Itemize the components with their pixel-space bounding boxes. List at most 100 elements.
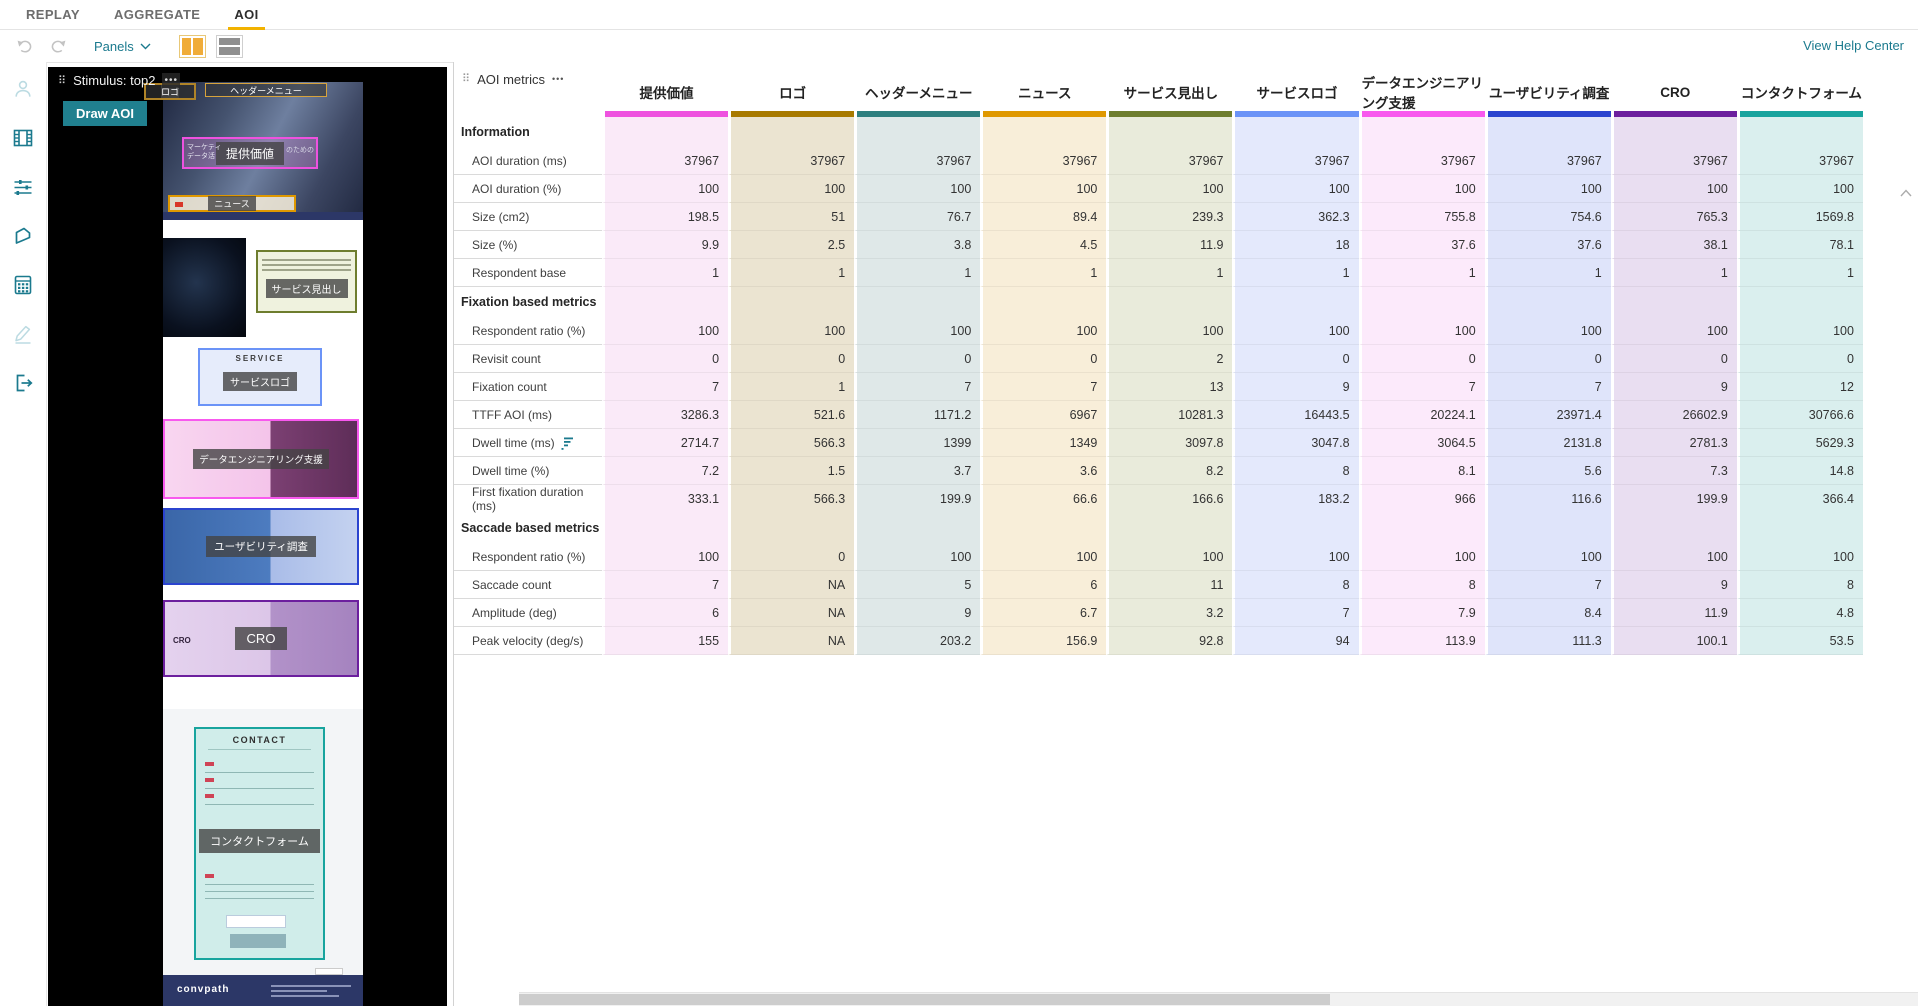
- metric-cell: 566.3: [728, 485, 855, 514]
- view-help-center-link[interactable]: View Help Center: [1803, 38, 1904, 53]
- metric-cell: 30766.6: [1736, 401, 1863, 429]
- layout-columns-button[interactable]: [178, 34, 206, 58]
- aoi-column-header[interactable]: サービスロゴ: [1232, 67, 1359, 117]
- aoi-box-cro[interactable]: CRO CRO: [163, 600, 359, 677]
- aoi-column-header[interactable]: データエンジニアリング支援: [1358, 67, 1485, 117]
- table-row: Saccade count 7 NA 5 6 11 8 8 7 9 8: [454, 571, 1863, 599]
- metric-cell: 76.7: [854, 203, 981, 231]
- metric-cell: 765.3: [1610, 203, 1737, 231]
- stimulus-menu-button[interactable]: •••: [162, 73, 180, 88]
- metric-cell: 100: [1106, 317, 1233, 345]
- horizontal-scrollbar-thumb[interactable]: [519, 994, 1331, 1005]
- metric-cell: 0: [1736, 345, 1863, 373]
- aoi-column-name: ニュース: [1018, 86, 1072, 101]
- aoi-column-header[interactable]: ニュース: [980, 67, 1107, 117]
- metric-cell: 2.5: [728, 231, 855, 259]
- aoi-label: サービスロゴ: [223, 371, 297, 391]
- aoi-metrics-title: AOI metrics: [477, 72, 545, 87]
- aoi-column-header[interactable]: ロゴ: [728, 67, 855, 117]
- sidebar-item-exit[interactable]: [10, 370, 36, 396]
- sidebar-item-aoi-tool[interactable]: [10, 223, 36, 249]
- aoi-column-header[interactable]: コンタクトフォーム: [1736, 67, 1863, 117]
- aoi-column-name: ユーザビリティ調査: [1488, 86, 1610, 101]
- aoi-column-header[interactable]: サービス見出し: [1106, 67, 1233, 117]
- table-row: Revisit count 0 0 0 0 2 0 0 0 0 0: [454, 345, 1863, 373]
- metric-cell-empty: [728, 287, 855, 317]
- aoi-box-contact-form[interactable]: CONTACT コンタクトフォーム: [194, 727, 325, 960]
- column-bar-icon: [193, 37, 203, 55]
- metric-cell: 18: [1232, 231, 1359, 259]
- metric-cell: 51: [728, 203, 855, 231]
- metric-cell: 0: [728, 543, 855, 571]
- aoi-column-header[interactable]: 提供価値: [602, 67, 729, 117]
- tab-replay[interactable]: REPLAY: [24, 1, 82, 28]
- toolbar: Panels View Help Center: [0, 30, 1918, 63]
- page-top-button-sketch: [315, 968, 343, 975]
- metric-cell: 100: [1484, 543, 1611, 571]
- metric-cell: 100: [1232, 317, 1359, 345]
- metric-cell: 37967: [1610, 147, 1737, 175]
- metric-cell: 2781.3: [1610, 429, 1737, 457]
- aoi-column-header[interactable]: CRO: [1610, 67, 1737, 117]
- aoi-column-header[interactable]: ヘッダーメニュー: [854, 67, 981, 117]
- table-row: AOI duration (ms) 37967 37967 37967 37967 379…: [454, 147, 1863, 175]
- aoi-box-service-logo[interactable]: SERVICE サービスロゴ: [198, 348, 322, 406]
- metric-cell: 7: [1484, 571, 1611, 599]
- vertical-scrollbar-up[interactable]: [1900, 184, 1912, 202]
- sidebar-item-recordings[interactable]: [10, 125, 36, 151]
- sidebar-item-participants[interactable]: [10, 76, 36, 102]
- metric-cell: 7: [602, 373, 729, 401]
- metric-cell: 9.9: [602, 231, 729, 259]
- tab-aggregate[interactable]: AGGREGATE: [112, 1, 202, 28]
- aoi-box-news[interactable]: ニュース: [168, 195, 296, 212]
- captcha-sketch: [226, 915, 286, 928]
- metric-cell: 100: [980, 175, 1107, 203]
- aoi-metrics-drag-handle[interactable]: ⠿: [462, 72, 470, 85]
- metric-cell: 7.9: [1358, 599, 1485, 627]
- metric-cell: 3.6: [980, 457, 1107, 485]
- metric-cell: 37967: [1232, 147, 1359, 175]
- metric-cell: 155: [602, 627, 729, 655]
- aoi-box-service-heading[interactable]: サービス見出し: [256, 250, 357, 313]
- aoi-color-bar: [1487, 111, 1611, 117]
- undo-button[interactable]: [14, 36, 34, 56]
- stimulus-nav-bar: [163, 212, 363, 220]
- aoi-box-value-prop[interactable]: マーケティ データ活 のための 提供価値: [182, 137, 318, 169]
- metric-cell: 1: [728, 259, 855, 287]
- sidebar-item-annotate[interactable]: [10, 321, 36, 347]
- metric-cell: 8.4: [1484, 599, 1611, 627]
- metric-cell: 754.6: [1484, 203, 1611, 231]
- aoi-metrics-panel: ⠿ AOI metrics ••• 提供価値 ロゴ ヘッダーメニュー ニュース サービス見出し…: [453, 62, 1918, 1006]
- redo-button[interactable]: [48, 36, 68, 56]
- metric-cell: 100: [602, 317, 729, 345]
- metric-cell: 116.6: [1484, 485, 1611, 514]
- metric-cell-empty: [980, 117, 1107, 147]
- aoi-column-header[interactable]: ユーザビリティ調査: [1484, 67, 1611, 117]
- layout-rows-button[interactable]: [215, 34, 243, 58]
- aoi-label: コンタクトフォーム: [199, 829, 320, 853]
- aoi-box-usability[interactable]: ユーザビリティ調査: [163, 508, 359, 585]
- aoi-box-data-engineering[interactable]: データエンジニアリング支援: [163, 419, 359, 499]
- table-row: Peak velocity (deg/s) 155 NA 203.2 156.9 92.8…: [454, 627, 1863, 655]
- stimulus-drag-handle[interactable]: ⠿: [58, 74, 66, 87]
- metric-cell: 92.8: [1106, 627, 1233, 655]
- metric-cell: 100: [728, 175, 855, 203]
- sidebar-item-settings[interactable]: [10, 174, 36, 200]
- sidebar-item-metrics[interactable]: [10, 272, 36, 298]
- aoi-box-header-menu[interactable]: ヘッダーメニュー: [205, 83, 327, 97]
- metric-cell: 7: [854, 373, 981, 401]
- calculator-icon: [14, 275, 32, 295]
- sort-descending-icon[interactable]: [561, 436, 575, 450]
- metric-cell: 11.9: [1106, 231, 1233, 259]
- panels-dropdown[interactable]: Panels: [94, 39, 151, 54]
- aoi-metrics-menu-button[interactable]: •••: [552, 74, 564, 84]
- metric-cell: 78.1: [1736, 231, 1863, 259]
- tab-aoi[interactable]: AOI: [228, 1, 266, 30]
- hero-text-fragment: のための: [286, 147, 314, 154]
- metric-section-label: Information: [454, 117, 602, 147]
- metric-cell: 0: [1484, 345, 1611, 373]
- form-fields-sketch: [196, 757, 323, 805]
- draw-aoi-button[interactable]: Draw AOI: [63, 101, 148, 126]
- horizontal-scrollbar[interactable]: [519, 992, 1918, 1006]
- metric-cell: 1.5: [728, 457, 855, 485]
